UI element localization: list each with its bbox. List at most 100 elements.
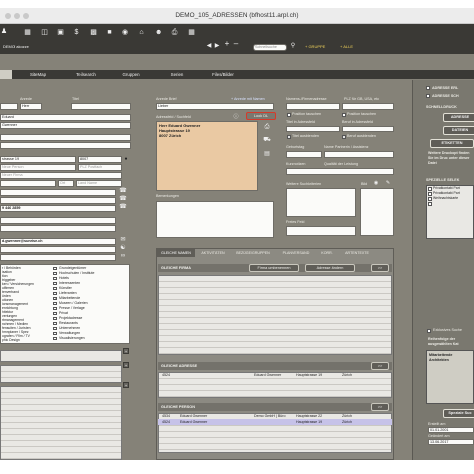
- firma-field[interactable]: Neuer Firma: [0, 172, 122, 179]
- add-icon[interactable]: +: [224, 40, 230, 48]
- ort-field[interactable]: Ort: [58, 180, 74, 187]
- firma-arrow-button[interactable]: >>: [371, 264, 389, 272]
- bottom-tab[interactable]: AKTIVITÄTEN: [197, 249, 229, 257]
- tab-serien[interactable]: Serien: [158, 70, 196, 79]
- tab-files[interactable]: Files/Bilder: [198, 70, 248, 79]
- left-add-button-3[interactable]: +: [123, 382, 129, 388]
- quick-search-input[interactable]: Schnellsuche: [253, 44, 287, 51]
- titel-adressfeld-field[interactable]: [286, 126, 340, 132]
- category-checkbox[interactable]: ✓: [53, 296, 57, 300]
- adresse-row-name[interactable]: Eduard Gwenner: [254, 372, 281, 378]
- exklusive-checkbox[interactable]: [427, 329, 431, 333]
- titel-field[interactable]: [71, 103, 131, 110]
- spez-checkbox[interactable]: [428, 192, 432, 196]
- layout-icon[interactable]: ◫: [41, 29, 48, 37]
- group-label[interactable]: + GRUPPE: [305, 44, 325, 49]
- adresse-aendern-button[interactable]: Adresse ändern: [305, 264, 355, 272]
- beruf-ausblenden-checkbox[interactable]: [342, 135, 346, 139]
- copy-icon[interactable]: ▤: [262, 150, 272, 158]
- category-checkbox[interactable]: [53, 326, 57, 330]
- link-icon[interactable]: ∞: [118, 252, 128, 260]
- phone-1-field[interactable]: [0, 189, 116, 196]
- bottom-tab[interactable]: BEZÜGE/GRUPPEN: [231, 249, 275, 257]
- person-row-name[interactable]: Eduard Gwenner: [180, 419, 207, 425]
- adresse-arrow-button[interactable]: >>: [371, 362, 389, 370]
- partner-field[interactable]: [324, 151, 394, 158]
- map-icon[interactable]: ◉: [121, 29, 129, 37]
- bottom-tab[interactable]: KORR.: [317, 249, 337, 257]
- reihenfolge-list[interactable]: Mitarbeitende Architekten: [426, 350, 474, 404]
- web-icon[interactable]: ☯: [118, 244, 128, 252]
- close-dot[interactable]: [5, 13, 11, 19]
- grid-icon[interactable]: ▦: [188, 29, 195, 37]
- phone-icon-3[interactable]: ☎: [118, 203, 128, 211]
- spez-checkbox[interactable]: [428, 202, 432, 206]
- zoom-dot[interactable]: [23, 13, 29, 19]
- address-preview[interactable]: Herr Eduard Gwenner Hauptstrasse 19 8007 Z…: [156, 121, 258, 191]
- radio-selected-icon[interactable]: ●: [122, 155, 130, 163]
- architekten-item[interactable]: Architekten: [429, 357, 449, 363]
- name-field[interactable]: Eduard: [0, 114, 131, 121]
- adresse-sch-label[interactable]: ADRESSE SCH: [432, 94, 459, 98]
- adresse-row-street[interactable]: Hauptstrasse 19: [296, 372, 322, 378]
- pdf-icon[interactable]: ⎙: [262, 123, 272, 131]
- person-icon[interactable]: ☻: [155, 29, 162, 37]
- beruf-adressfeld-field[interactable]: [342, 126, 394, 132]
- left-list-2[interactable]: [0, 365, 122, 383]
- all-label[interactable]: + ALLE: [340, 44, 353, 49]
- phone-3-field[interactable]: 9 446 2859: [0, 205, 116, 212]
- vorname-field[interactable]: Gwenner: [0, 122, 131, 129]
- land-field[interactable]: Land Name: [76, 180, 122, 187]
- person-field[interactable]: Neue Person: [0, 164, 76, 171]
- pos-tauschen2-checkbox[interactable]: [342, 113, 346, 117]
- remove-icon[interactable]: –: [233, 40, 239, 48]
- category-checkbox[interactable]: [53, 311, 57, 315]
- info-icon[interactable]: ⓘ: [232, 113, 240, 121]
- inbox-icon[interactable]: ▩: [90, 29, 97, 37]
- tab-sitemap[interactable]: SiteMap: [18, 70, 58, 79]
- phone-icon[interactable]: ☎: [118, 187, 128, 195]
- speziale-suche-button[interactable]: Speziale Suc: [443, 409, 474, 418]
- tab-gruppen[interactable]: Gruppen: [112, 70, 150, 79]
- category-item[interactable]: Visualisierungen: [59, 336, 85, 341]
- extra-field-2[interactable]: [0, 142, 131, 149]
- left-list-3[interactable]: [0, 386, 122, 460]
- dateien-print-button[interactable]: DATEIEN: [443, 126, 474, 135]
- lock-icon[interactable]: ■: [106, 29, 113, 37]
- person-arrow-button[interactable]: >>: [371, 403, 389, 411]
- next-record-icon[interactable]: ▶: [214, 42, 220, 50]
- kurznotizen-field[interactable]: [286, 168, 394, 175]
- namens-field[interactable]: [286, 103, 340, 110]
- spez-item[interactable]: Weihnachtskarte: [433, 196, 458, 201]
- gleiche-firma-list[interactable]: [158, 275, 392, 355]
- titel-ausblenden-checkbox[interactable]: [287, 135, 291, 139]
- anrede-brief-field[interactable]: Lieber: [156, 103, 274, 110]
- home-icon[interactable]: ⌂: [138, 29, 145, 37]
- mobile-field[interactable]: [0, 225, 116, 232]
- search-icon[interactable]: ⚲: [290, 42, 296, 50]
- firma-umbenennen-button[interactable]: Firma umbenennen: [249, 264, 299, 272]
- first-field[interactable]: [0, 103, 18, 110]
- fax-field[interactable]: [0, 217, 116, 224]
- spez-checkbox[interactable]: [428, 187, 432, 191]
- adresse-print-button[interactable]: ADRESSE: [443, 113, 474, 122]
- category-checkbox[interactable]: [53, 301, 57, 305]
- web-field[interactable]: [0, 246, 116, 253]
- minimize-dot[interactable]: [14, 13, 20, 19]
- freies-feld-field[interactable]: [286, 226, 356, 236]
- anrede-brief-link[interactable]: + Anrede mit Namen: [231, 97, 265, 101]
- phone-icon-2[interactable]: ☎: [118, 195, 128, 203]
- look-dl-button[interactable]: Look DL: [246, 112, 276, 120]
- etiketten-print-button[interactable]: ETIKETTEN: [430, 139, 474, 148]
- bemerkungen-area[interactable]: [156, 201, 274, 238]
- category-checkbox[interactable]: [53, 286, 57, 290]
- geburtstag-field[interactable]: [286, 151, 322, 158]
- adresse-sch-checkbox[interactable]: [426, 94, 430, 98]
- adresse-erl-label[interactable]: ADRESSE ERL: [432, 86, 458, 90]
- category-item[interactable]: phic Design: [2, 338, 20, 342]
- plz-field[interactable]: 8007: [78, 156, 122, 163]
- extra-field-1[interactable]: [0, 134, 131, 141]
- plz-gb-field[interactable]: [342, 103, 394, 110]
- adresse-row-city[interactable]: Zürich: [342, 372, 352, 378]
- people-icon[interactable]: ♟: [0, 28, 8, 36]
